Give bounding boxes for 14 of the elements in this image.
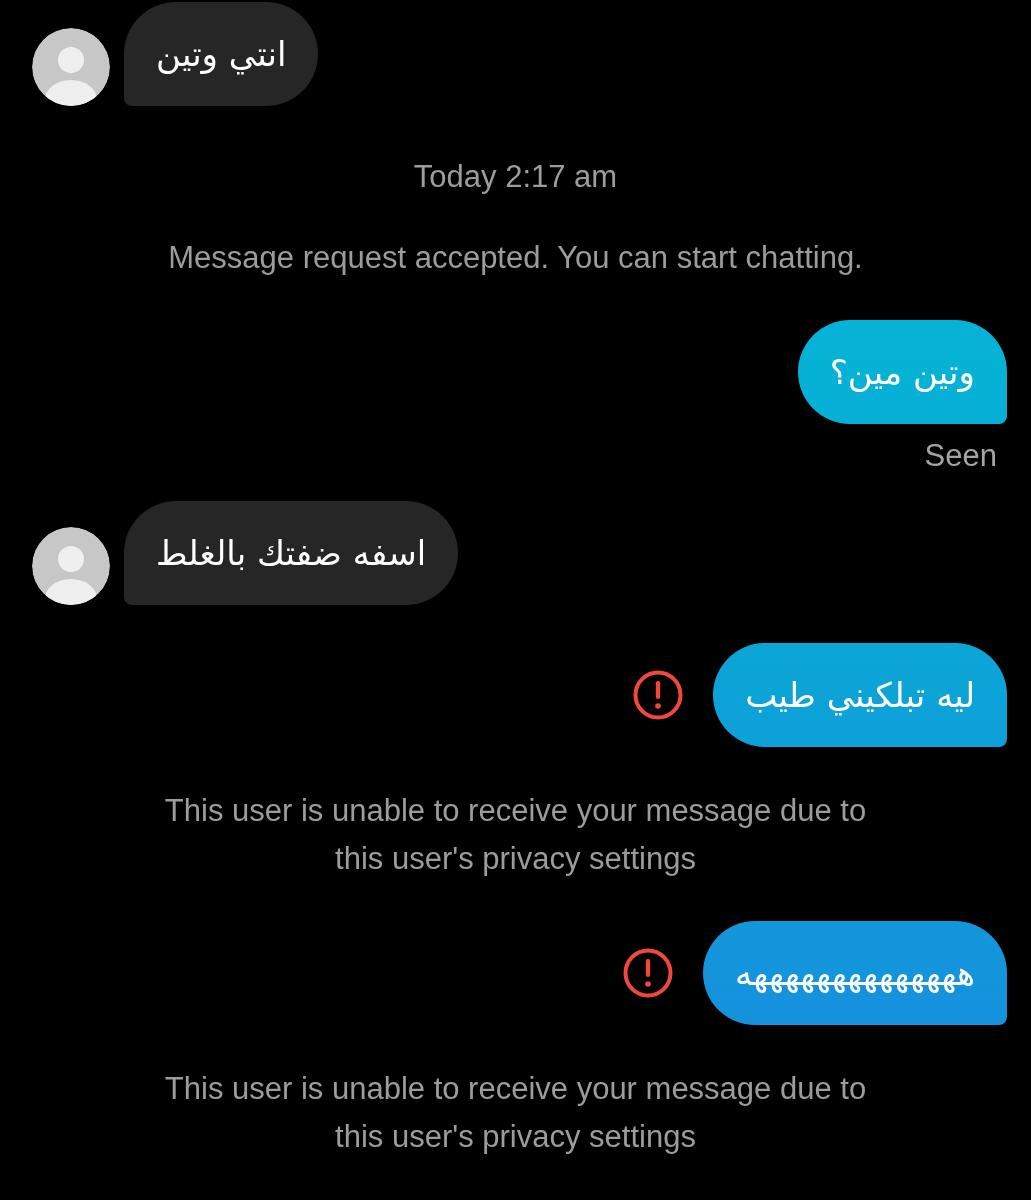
- system-notice: This user is unable to receive your message due to this user's privacy settings: [163, 792, 868, 878]
- received-message-bubble: انتي وتين: [124, 2, 319, 106]
- sent-message-bubble: ههههههههههههههه: [703, 921, 1007, 1025]
- sent-message-bubble: وتين مين؟: [797, 320, 1007, 424]
- avatar-icon: [32, 527, 110, 605]
- system-notice: Message request accepted. You can start chatting.: [168, 239, 863, 277]
- seen-status: Seen: [924, 439, 997, 473]
- avatar-icon: [32, 28, 110, 106]
- received-message-bubble: اسفه ضفتك بالغلط: [124, 501, 459, 605]
- error-icon[interactable]: [633, 670, 684, 720]
- sent-message-bubble: ليه تبلكيني طيب: [713, 643, 1007, 747]
- system-notice: This user is unable to receive your message due to this user's privacy settings: [163, 1070, 868, 1156]
- timestamp: Today 2:17 am: [413, 160, 618, 194]
- error-icon[interactable]: [623, 948, 674, 998]
